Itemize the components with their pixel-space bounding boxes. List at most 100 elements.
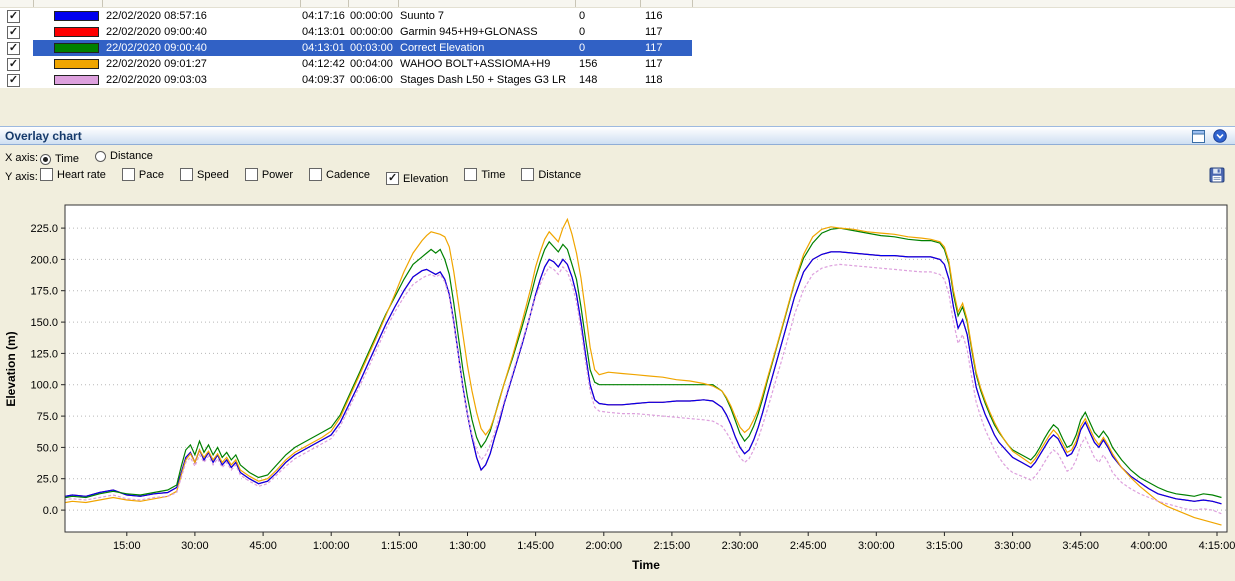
row-duration: 04:17:16 [302,10,345,22]
option-label: Distance [110,150,153,162]
elevation-chart[interactable]: 0.0 25.0 50.0 75.0 100.0 125.0 150.0 175.0 200.0… [0,189,1235,578]
y-axis-option-distance[interactable]: Distance [521,168,581,181]
checkbox-icon[interactable]: ✓ [386,172,400,185]
svg-text:3:30:00: 3:30:00 [994,540,1031,552]
x-axis-row: X axis: Time Distance [0,148,1235,167]
track-table: ✓ 22/02/2020 08:57:16 04:17:16 00:00:00 Suun… [0,0,1235,88]
svg-text:2:15:00: 2:15:00 [654,540,691,552]
option-label: Pace [138,168,164,181]
save-chart-icon[interactable] [1209,167,1225,186]
svg-text:Elevation (m): Elevation (m) [4,331,18,406]
row-visible-checkbox[interactable]: ✓ [7,25,20,39]
svg-text:4:15:00: 4:15:00 [1199,540,1235,552]
row-start-datetime: 22/02/2020 09:00:40 [106,42,207,54]
row-visible-checkbox[interactable]: ✓ [7,73,20,87]
y-axis-option-heart-rate[interactable]: Heart rate [40,168,106,181]
row-start-datetime: 22/02/2020 09:03:03 [106,74,207,86]
row-visible-checkbox[interactable]: ✓ [7,9,20,23]
row-offset: 00:04:00 [350,58,393,70]
option-label: Cadence [326,168,371,181]
restore-panel-icon[interactable] [1192,129,1205,143]
checkbox-icon[interactable] [180,168,193,181]
svg-text:45:00: 45:00 [249,540,277,552]
svg-text:Time: Time [632,558,660,572]
row-value-1: 148 [579,74,598,86]
panel-splitter[interactable] [0,88,1235,126]
row-color-swatch [54,27,99,37]
svg-text:1:15:00: 1:15:00 [381,540,418,552]
svg-text:1:30:00: 1:30:00 [449,540,486,552]
table-header-strip [0,0,1235,8]
svg-text:3:15:00: 3:15:00 [926,540,963,552]
y-axis-option-elevation[interactable]: ✓ Elevation [386,172,448,185]
row-color-swatch [54,75,99,85]
column-separator [692,0,693,7]
svg-text:225.0: 225.0 [30,223,58,235]
y-axis-option-pace[interactable]: Pace [121,168,164,181]
row-device-name: Correct Elevation [400,42,485,54]
svg-text:75.0: 75.0 [37,411,58,423]
table-row[interactable]: ✓ 22/02/2020 09:00:40 04:13:01 00:03:00 Corr… [0,40,692,56]
row-color-swatch [54,11,99,21]
svg-text:0.0: 0.0 [43,505,58,517]
svg-text:1:00:00: 1:00:00 [313,540,350,552]
y-axis-option-time[interactable]: Time [464,168,505,181]
row-color-swatch [54,59,99,69]
option-label: Distance [538,168,582,181]
column-separator [575,0,576,7]
x-axis-label: X axis: [5,151,39,164]
option-label: Time [55,153,80,165]
option-label: Speed [197,168,229,181]
option-label: Heart rate [57,168,106,181]
x-axis-option-distance[interactable]: Distance [95,150,153,162]
row-visible-checkbox[interactable]: ✓ [7,41,20,55]
row-color-cell [33,43,102,53]
svg-text:2:30:00: 2:30:00 [722,540,759,552]
row-device-name: Garmin 945+H9+GLONASS [400,26,538,38]
panel-header-icons [1192,129,1227,143]
checkbox-icon[interactable] [40,168,53,181]
x-axis-option-time[interactable]: Time [40,153,79,165]
y-axis-label: Y axis: [5,170,38,183]
row-device-name: WAHOO BOLT+ASSIOMA+H9 [400,58,551,70]
row-duration: 04:13:01 [302,42,345,54]
row-duration: 04:12:42 [302,58,345,70]
checkbox-icon[interactable] [521,168,535,181]
row-start-datetime: 22/02/2020 09:01:27 [106,58,207,70]
row-value-2: 117 [645,42,663,54]
y-axis-row: Y axis: Heart rate Pace Speed Power Cadence ✓… [0,167,1235,186]
row-value-2: 116 [645,10,663,22]
column-separator [102,0,103,7]
svg-text:150.0: 150.0 [30,317,58,329]
table-row[interactable]: ✓ 22/02/2020 09:03:03 04:09:37 00:06:00 Stag… [0,72,692,88]
radio-icon[interactable] [40,153,51,165]
row-value-1: 0 [579,10,586,22]
checkbox-icon[interactable] [464,168,478,181]
row-duration: 04:13:01 [302,26,345,38]
row-content: 22/02/2020 09:03:03 04:09:37 00:06:00 Stage… [33,72,692,88]
row-visible-cell: ✓ [0,72,33,88]
table-row[interactable]: ✓ 22/02/2020 09:01:27 04:12:42 00:04:00 WAHO… [0,56,692,72]
y-axis-option-power[interactable]: Power [244,168,293,181]
svg-text:200.0: 200.0 [30,254,58,266]
checkbox-icon[interactable] [244,168,258,181]
row-visible-checkbox[interactable]: ✓ [7,57,20,71]
svg-text:100.0: 100.0 [30,380,58,392]
table-rows: ✓ 22/02/2020 08:57:16 04:17:16 00:00:00 Suun… [0,8,1235,88]
row-color-cell [33,75,102,85]
radio-icon[interactable] [95,150,107,162]
y-axis-option-speed[interactable]: Speed [180,168,229,181]
row-content: 22/02/2020 08:57:16 04:17:16 00:00:00 Suunt… [33,8,692,24]
checkbox-icon[interactable] [121,168,135,181]
checkbox-icon[interactable] [309,168,322,181]
y-axis-option-cadence[interactable]: Cadence [309,168,370,181]
row-device-name: Suunto 7 [400,10,445,22]
svg-text:125.0: 125.0 [30,348,58,360]
row-visible-cell: ✓ [0,40,33,56]
table-row[interactable]: ✓ 22/02/2020 09:00:40 04:13:01 00:00:00 Garm… [0,24,692,40]
row-value-1: 0 [579,26,586,38]
overlay-chart-header[interactable]: Overlay chart [0,126,1235,145]
table-row[interactable]: ✓ 22/02/2020 08:57:16 04:17:16 00:00:00 Suun… [0,8,692,24]
row-color-swatch [54,43,99,53]
collapse-panel-icon[interactable] [1213,129,1227,143]
